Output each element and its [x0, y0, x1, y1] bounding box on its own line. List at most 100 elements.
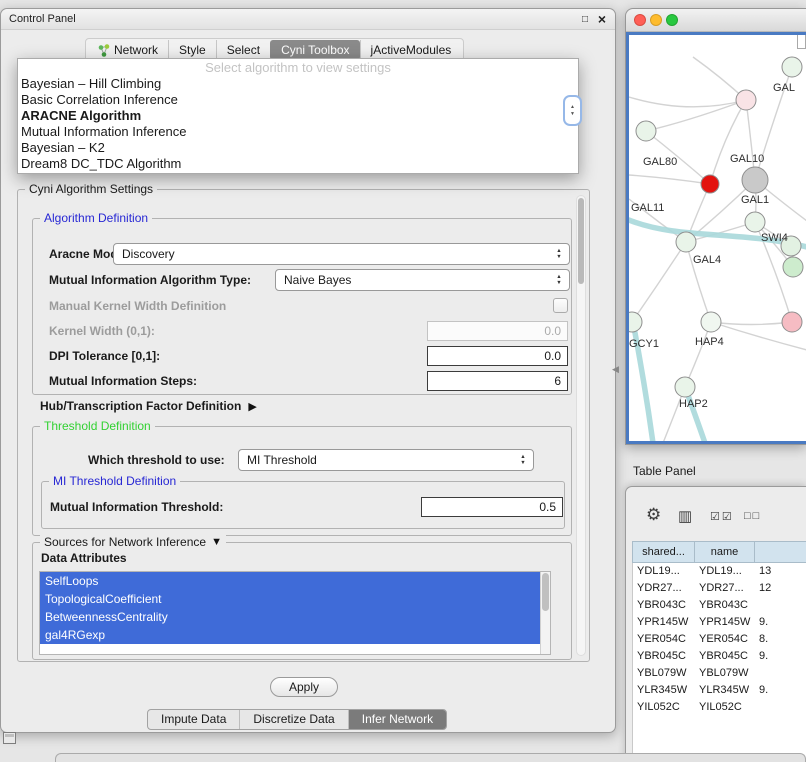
- column-header[interactable]: [755, 542, 806, 562]
- window-title: Control Panel: [9, 9, 76, 30]
- tab-jactivemodules[interactable]: jActiveModules: [360, 40, 462, 60]
- mi-steps-label: Mutual Information Steps:: [49, 370, 197, 392]
- bottom-tab-discretize-data[interactable]: Discretize Data: [239, 710, 347, 729]
- deselect-all-checkboxes-icon[interactable]: □□: [744, 510, 761, 522]
- close-traffic-light-icon[interactable]: [634, 14, 646, 26]
- table-row[interactable]: YDR27...YDR27...12: [633, 580, 806, 597]
- tab-cyni-toolbox[interactable]: Cyni Toolbox: [270, 40, 359, 60]
- apply-button[interactable]: Apply: [270, 677, 338, 697]
- network-node[interactable]: [701, 175, 719, 193]
- data-attributes-list[interactable]: SelfLoopsTopologicalCoefficientBetweenne…: [39, 571, 551, 655]
- tab-label: Network: [114, 43, 158, 57]
- table-row[interactable]: YBR045CYBR045C9.: [633, 648, 806, 665]
- canvas-scroll-corner[interactable]: [797, 35, 806, 49]
- network-edge: [711, 322, 792, 325]
- algorithm-combo-fragment[interactable]: ▲▼: [563, 95, 582, 126]
- table-cell: YBR043C: [695, 597, 755, 614]
- algorithm-definition-group: Algorithm Definition Aracne Mode: Discov…: [32, 218, 572, 395]
- algorithm-option[interactable]: Mutual Information Inference: [18, 124, 578, 140]
- expand-down-icon: ▼: [211, 536, 222, 548]
- tab-select[interactable]: Select: [216, 40, 270, 60]
- mi-type-select[interactable]: Naive Bayes ▲▼: [275, 269, 570, 291]
- bottom-tab-impute-data[interactable]: Impute Data: [148, 710, 239, 729]
- network-node-label: GAL1: [741, 194, 769, 206]
- tab-style[interactable]: Style: [168, 40, 216, 60]
- data-attribute-item[interactable]: gal4RGexp: [40, 626, 540, 644]
- data-attribute-item[interactable]: SelfLoops: [40, 572, 540, 590]
- collapsed-panel-strip[interactable]: [55, 753, 806, 762]
- list-scrollbar[interactable]: [540, 572, 550, 654]
- network-node[interactable]: [675, 377, 695, 397]
- zoom-traffic-light-icon[interactable]: [666, 14, 678, 26]
- float-window-icon[interactable]: □: [582, 9, 588, 30]
- table-cell: YBR043C: [633, 597, 695, 614]
- list-scrollbar-thumb[interactable]: [542, 573, 549, 611]
- table-cell: [755, 699, 806, 716]
- bottom-tab-infer-network[interactable]: Infer Network: [348, 710, 446, 729]
- minimize-traffic-light-icon[interactable]: [650, 14, 662, 26]
- table-row[interactable]: YPR145WYPR145W9.: [633, 614, 806, 631]
- network-graph[interactable]: GAL80GAL10GAL11GAL1SWI4GAL4GCY1HAP4HAP2G…: [629, 35, 806, 443]
- network-node[interactable]: [745, 212, 765, 232]
- table-row[interactable]: YDL19...YDL19...13: [633, 563, 806, 580]
- dpi-tolerance-field[interactable]: 0.0: [427, 346, 568, 366]
- hub-definition-toggle[interactable]: Hub/Transcription Factor Definition ▶: [40, 399, 257, 413]
- close-window-icon[interactable]: ×: [598, 9, 606, 30]
- algorithm-option[interactable]: Bayesian – K2: [18, 140, 578, 156]
- select-all-checkboxes-icon[interactable]: ☑☑: [710, 510, 734, 523]
- column-header[interactable]: name: [695, 542, 755, 562]
- table-cell: 12: [755, 580, 806, 597]
- mi-threshold-field[interactable]: 0.5: [421, 497, 563, 517]
- table-cell: 9.: [755, 614, 806, 631]
- network-canvas[interactable]: GAL80GAL10GAL11GAL1SWI4GAL4GCY1HAP4HAP2G…: [626, 32, 806, 444]
- table-cell: YER054C: [695, 631, 755, 648]
- table-cell: YBR045C: [695, 648, 755, 665]
- table-cell: 9.: [755, 648, 806, 665]
- network-node[interactable]: [782, 57, 802, 77]
- network-node[interactable]: [742, 167, 768, 193]
- algorithm-option[interactable]: Bayesian – Hill Climbing: [18, 76, 578, 92]
- table-row[interactable]: YLR345WYLR345W9.: [633, 682, 806, 699]
- network-node[interactable]: [783, 257, 803, 277]
- panel-collapse-arrow[interactable]: ◀: [612, 364, 619, 375]
- bottom-tab-bar: Impute DataDiscretize DataInfer Network: [147, 709, 447, 730]
- network-node[interactable]: [629, 312, 642, 332]
- table-row[interactable]: YER054CYER054C8.: [633, 631, 806, 648]
- algorithm-option[interactable]: Basic Correlation Inference: [18, 92, 578, 108]
- table-row[interactable]: YBR043CYBR043C: [633, 597, 806, 614]
- minimized-window-icon[interactable]: [3, 732, 16, 744]
- gear-icon[interactable]: ⚙: [646, 505, 661, 525]
- network-node[interactable]: [636, 121, 656, 141]
- which-threshold-select[interactable]: MI Threshold ▲▼: [238, 449, 534, 471]
- network-node[interactable]: [701, 312, 721, 332]
- mi-steps-field[interactable]: 6: [427, 371, 568, 391]
- network-node[interactable]: [782, 312, 802, 332]
- mi-threshold-label: Mutual Information Threshold:: [50, 496, 223, 518]
- settings-scrollbar[interactable]: [576, 195, 586, 656]
- data-attributes-title: Data Attributes: [41, 547, 127, 569]
- table-row[interactable]: YIL052CYIL052C: [633, 699, 806, 716]
- tab-network[interactable]: Network: [88, 40, 168, 60]
- table-cell: 13: [755, 563, 806, 580]
- manual-kernel-checkbox[interactable]: [553, 298, 568, 313]
- aracne-mode-select[interactable]: Discovery ▲▼: [113, 243, 570, 265]
- network-edge: [629, 97, 746, 107]
- settings-scrollbar-thumb[interactable]: [578, 198, 584, 284]
- network-window-titlebar[interactable]: [626, 9, 806, 32]
- kernel-width-field[interactable]: 0.0: [427, 321, 568, 341]
- algorithm-option[interactable]: Dream8 DC_TDC Algorithm: [18, 156, 578, 172]
- hub-definition-label: Hub/Transcription Factor Definition: [40, 399, 241, 413]
- data-attribute-item[interactable]: BetweennessCentrality: [40, 608, 540, 626]
- table-cell: YDR27...: [695, 580, 755, 597]
- table-cell: 8.: [755, 631, 806, 648]
- which-threshold-label: Which threshold to use:: [88, 449, 225, 471]
- column-header[interactable]: shared...: [633, 542, 695, 562]
- data-attribute-item[interactable]: TopologicalCoefficient: [40, 590, 540, 608]
- table-row[interactable]: YBL079WYBL079W: [633, 665, 806, 682]
- columns-icon[interactable]: ▥: [678, 507, 692, 525]
- network-node[interactable]: [736, 90, 756, 110]
- control-panel-titlebar[interactable]: Control Panel □ ×: [1, 9, 615, 30]
- network-node[interactable]: [676, 232, 696, 252]
- algorithm-option[interactable]: ARACNE Algorithm: [18, 108, 578, 124]
- network-edge: [710, 100, 746, 184]
